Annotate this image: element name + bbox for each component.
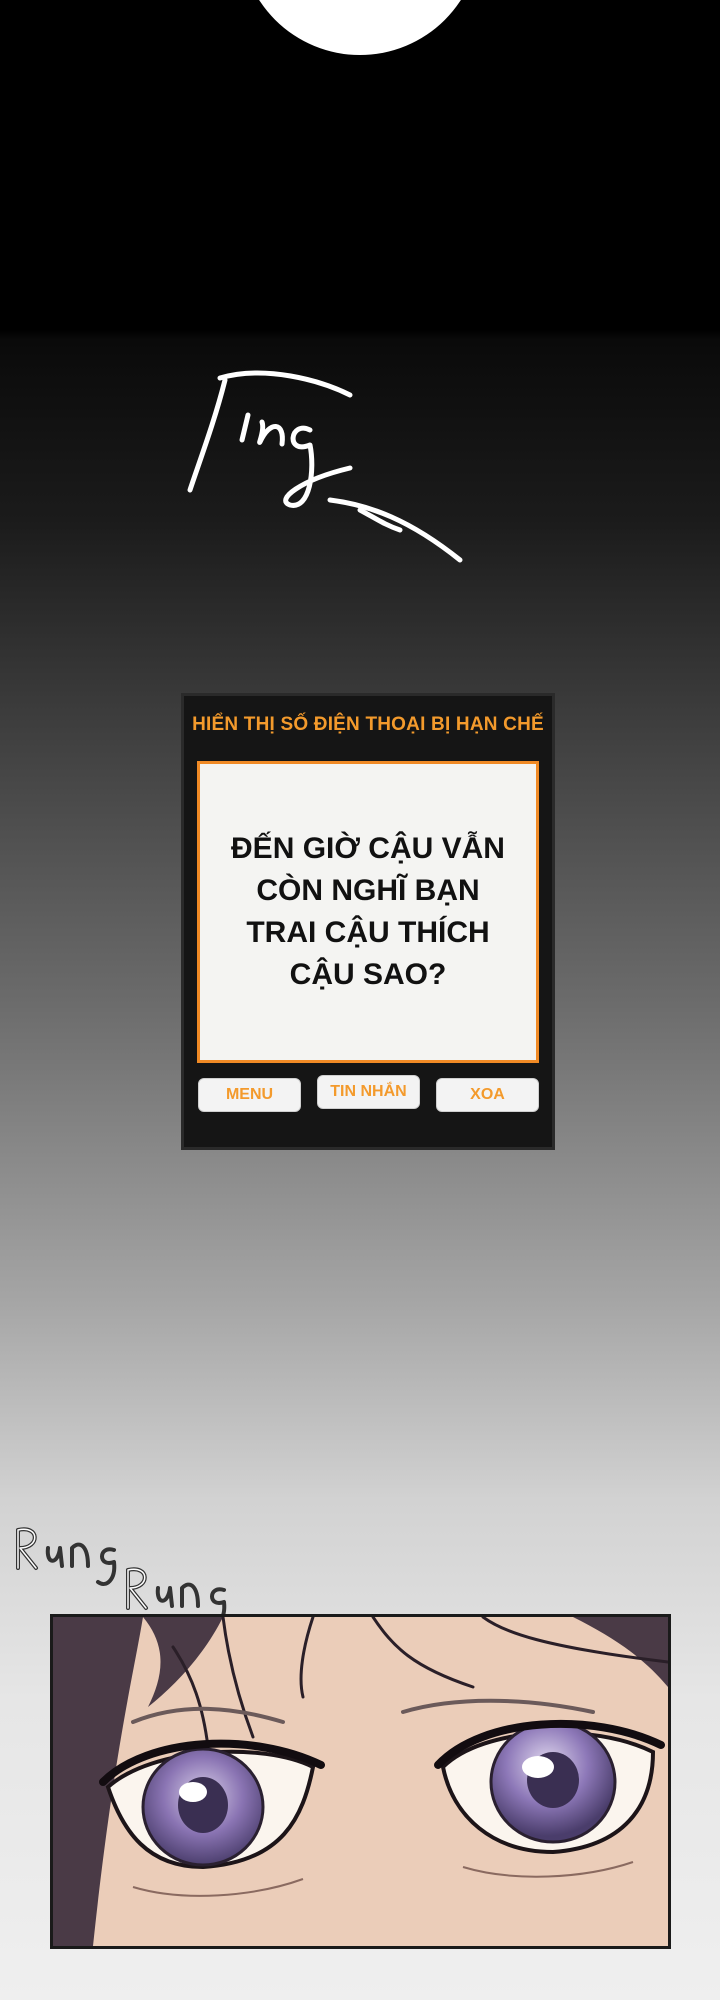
message-text: ĐẾN GIỜ CẬU VẪN CÒN NGHĨ BẠN TRAI CẬU TH…: [231, 832, 505, 991]
restricted-number-header: HIỂN THỊ SỐ ĐIỆN THOẠI BỊ HẠN CHẾ: [192, 714, 544, 735]
reply-message-button[interactable]: TIN NHẮN: [317, 1075, 420, 1109]
eyes-illustration: [53, 1617, 668, 1946]
delete-button[interactable]: XOA: [436, 1078, 539, 1112]
phone-message-screen: HIỂN THỊ SỐ ĐIỆN THOẠI BỊ HẠN CHẾ ĐẾN GI…: [181, 693, 555, 1150]
eyes-closeup-panel: [50, 1614, 671, 1949]
message-box: ĐẾN GIỜ CẬU VẪN CÒN NGHĨ BẠN TRAI CẬU TH…: [197, 761, 539, 1063]
menu-button[interactable]: MENU: [198, 1078, 301, 1112]
ting-lettering-svg: [187, 370, 463, 563]
ting-sound-effect: Ting_: [170, 360, 490, 580]
